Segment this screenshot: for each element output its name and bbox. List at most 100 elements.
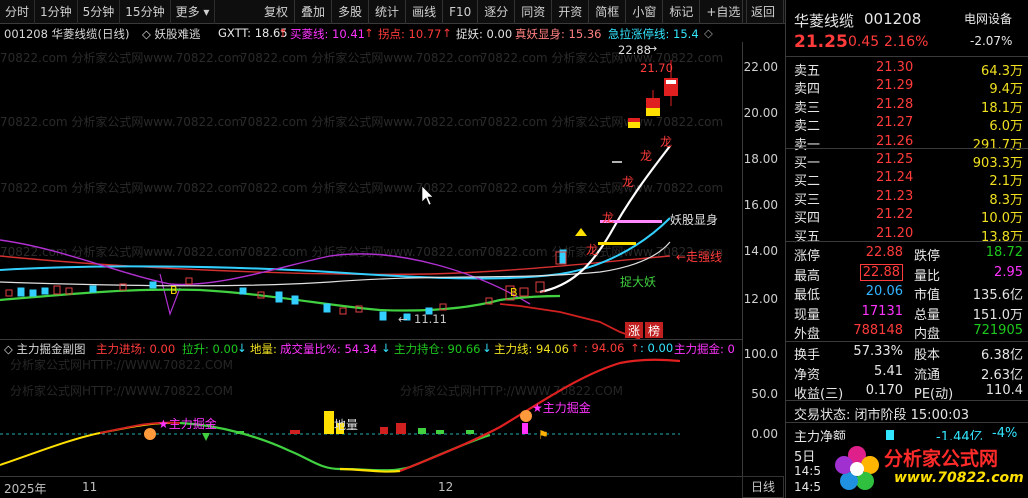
kline-chart[interactable]: 70822.com 分析家公式网www.70822.com 70822.com … xyxy=(0,42,742,339)
tab-timeshare[interactable]: 分时 xyxy=(0,0,36,24)
stat-label: 跌停 xyxy=(914,249,941,264)
overlay-button[interactable]: 叠加 xyxy=(295,0,333,24)
tab-5min[interactable]: 5分钟 xyxy=(78,0,121,24)
f10-button[interactable]: F10 xyxy=(443,0,479,24)
stat-row: 最高 22.88 量比 2.95 xyxy=(786,263,1028,284)
ask-row[interactable]: 卖三 21.28 18.1万 xyxy=(786,95,1028,116)
high2-label: 21.70 xyxy=(640,61,673,75)
bid-row[interactable]: 买四 21.22 10.0万 xyxy=(786,205,1028,226)
price-axis: 22.00 20.00 18.00 16.00 14.00 12.00 xyxy=(742,42,784,339)
level-price: 21.26 xyxy=(876,133,914,149)
add-favorite-button[interactable]: +自选 xyxy=(700,0,748,24)
sector-change-pct: -2.07% xyxy=(970,34,1013,48)
stat-value: 788148 xyxy=(853,323,903,339)
level-price: 21.27 xyxy=(876,115,914,131)
stats-button[interactable]: 统计 xyxy=(369,0,407,24)
svg-text:70822.com 分析家公式网www.70822.com: 70822.com 分析家公式网www.70822.com xyxy=(240,114,483,129)
stat-row: 最低 20.06 市值 135.6亿 xyxy=(786,282,1028,304)
pull-up-arrow: ↓ xyxy=(237,341,247,355)
main-line-arrow: ↑ xyxy=(570,341,580,355)
simple-frame-button[interactable]: 简框 xyxy=(589,0,627,24)
tab-1min[interactable]: 1分钟 xyxy=(35,0,78,24)
level-price: 21.25 xyxy=(876,152,914,167)
header-diamond-icon: ◇ xyxy=(704,26,713,40)
same-fund-button[interactable]: 同资 xyxy=(515,0,553,24)
by-minute-button[interactable]: 逐分 xyxy=(478,0,516,24)
sub-axis-tick: 50.0 xyxy=(751,387,778,401)
bid-row[interactable]: 买三 21.23 8.3万 xyxy=(786,187,1028,208)
draw-line-button[interactable]: 画线 xyxy=(406,0,444,24)
stat-row: 现量 17131 总量 151.0万 xyxy=(786,302,1028,323)
stat-label: 量比 xyxy=(914,268,941,284)
runner-icon: ⚑ xyxy=(538,428,549,442)
price-row: 21.25 0.45 2.16% -2.07% xyxy=(786,32,1028,54)
gxtt-arrow: ↑ xyxy=(278,26,288,40)
trade-status: 交易状态: 闭市阶段 15:00:03 xyxy=(794,408,970,423)
svg-text:分析家公式网HTTP://WWW.70822.COM: 分析家公式网HTTP://WWW.70822.COM xyxy=(10,357,233,372)
stat-label: 股本 xyxy=(914,348,941,363)
stat-row: 外盘 788148 内盘 721905 xyxy=(786,321,1028,342)
chart-header: 001208 华菱线缆(日线) ◇ 妖股难逃 GXTT: 18.65 ↑ 买菱线… xyxy=(0,24,740,42)
ground-volume-label: 地量 xyxy=(334,418,358,432)
ask-row[interactable]: 卖二 21.27 6.0万 xyxy=(786,113,1028,134)
red-bottom-line xyxy=(499,303,641,339)
true-yao-value: 真妖显身: 15.36 xyxy=(515,27,602,41)
sub-chart[interactable]: 分析家公式网HTTP://WWW.70822.COM 分析家公式网HTTP://… xyxy=(0,355,742,475)
stat-value: 110.4 xyxy=(985,383,1023,399)
logo-url: www.70822.com xyxy=(894,470,1024,486)
svg-text:70822.com 分析家公式网www.70822.com: 70822.com 分析家公式网www.70822.com xyxy=(480,180,723,195)
multi-stock-button[interactable]: 多股 xyxy=(332,0,370,24)
dragon-label-5: 龙 xyxy=(660,135,672,149)
zhang-badge: 涨 xyxy=(628,323,640,338)
stat-value: 20.06 xyxy=(865,284,903,300)
quote-panel: 华菱线缆 001208 电网设备 21.25 0.45 2.16% -2.07%… xyxy=(785,0,1028,498)
main-line-yellow xyxy=(0,422,171,466)
svg-text:70822.com 分析家公式网www.70822.com: 70822.com 分析家公式网www.70822.com xyxy=(0,114,243,129)
jue-label-2: ★主力掘金 xyxy=(532,400,591,415)
month-12-label: 12 xyxy=(438,480,454,494)
stock-title-row: 华菱线缆 001208 电网设备 xyxy=(786,8,1028,30)
dragon-label-3: 龙 xyxy=(602,211,614,225)
fuquan-button[interactable]: 复权 xyxy=(258,0,296,24)
mark-button[interactable]: 标记 xyxy=(663,0,701,24)
stat-value: 18.72 xyxy=(985,245,1023,260)
stock-name: 华菱线缆 xyxy=(794,12,855,30)
last-price: 21.25 xyxy=(794,32,848,52)
stat-label: 最高 xyxy=(794,268,821,284)
bid-row[interactable]: 买二 21.24 2.1万 xyxy=(786,168,1028,189)
tab-more[interactable]: 更多 ▾ xyxy=(171,0,216,24)
sector-name[interactable]: 电网设备 xyxy=(964,10,1012,27)
b-marker-1: B xyxy=(170,284,178,297)
axis-tick: 14.00 xyxy=(743,244,778,258)
axis-tick: 16.00 xyxy=(743,198,778,212)
site-logo: 分析家公式网 www.70822.com xyxy=(830,440,1028,496)
tab-15min[interactable]: 15分钟 xyxy=(120,0,171,24)
stock-code-name: 001208 华菱线缆(日线) xyxy=(4,27,130,41)
bid-row[interactable]: 买一 21.25 903.3万 xyxy=(786,150,1028,171)
sub-chart-header: ◇ 主力掘金副图 主力进场: 0.00 拉升: 0.00 ↓ 地量: 成交量比%… xyxy=(0,339,742,356)
stat-row: 净资 5.41 流通 2.63亿 xyxy=(786,362,1028,383)
stat-value: 2.63亿 xyxy=(981,367,1023,383)
indicator-name[interactable]: ◇ 妖股难逃 xyxy=(142,26,201,42)
buy-line-value: 买菱线: 10.41 xyxy=(290,27,365,41)
stat-row: 换手 57.33% 股本 6.38亿 xyxy=(786,342,1028,363)
dragon-label-1: 龙 xyxy=(640,149,652,163)
bang-badge: 榜 xyxy=(648,323,660,338)
return-button[interactable]: 返回 xyxy=(742,0,784,24)
ask-row[interactable]: 卖四 21.29 9.4万 xyxy=(786,76,1028,97)
ask-row[interactable]: 卖五 21.30 64.3万 xyxy=(786,58,1028,79)
high-arrow: → xyxy=(648,42,657,55)
jue-label-1: ★主力掘金 xyxy=(158,416,217,431)
stat-value: 17131 xyxy=(861,303,903,319)
svg-text:70822.com 分析家公式网www.70822.com: 70822.com 分析家公式网www.70822.com xyxy=(240,244,483,259)
stat-label: 净资 xyxy=(794,367,821,383)
level-price: 21.30 xyxy=(876,60,914,75)
small-window-button[interactable]: 小窗 xyxy=(626,0,664,24)
daily-period-button[interactable]: 日线 xyxy=(742,476,784,498)
open-fund-button[interactable]: 开资 xyxy=(552,0,590,24)
smiley-icon xyxy=(144,428,156,440)
stat-label: 市值 xyxy=(914,288,941,304)
trade-status-row: 交易状态: 闭市阶段 15:00:03 xyxy=(786,402,1028,423)
low-price-label: 11.11 xyxy=(414,312,447,326)
level-price: 21.28 xyxy=(876,96,914,112)
